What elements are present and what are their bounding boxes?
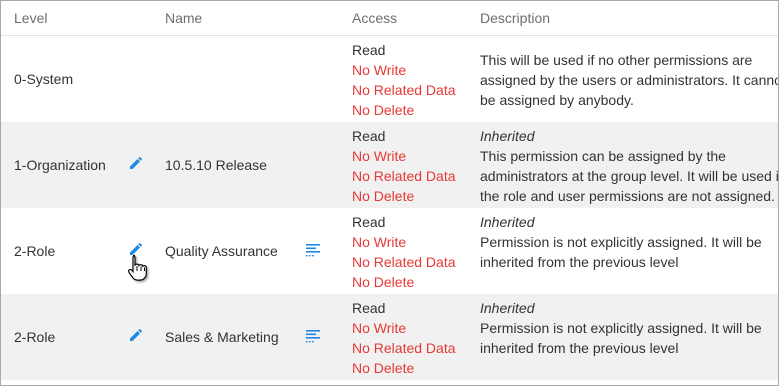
pencil-icon[interactable]	[128, 155, 144, 171]
table-row[interactable]: 1-Organization 10.5.10 Release Read No W…	[1, 122, 778, 208]
access-write: No Write	[352, 234, 407, 250]
table-row[interactable]: 2-Role Quality Assurance Read No Write N…	[1, 208, 778, 294]
level-cell: 2-Role	[14, 243, 56, 259]
description-line: This permission can be assigned by the	[480, 148, 726, 164]
list-details-icon[interactable]	[305, 328, 321, 344]
description-cell: Inherited Permission is not explicitly a…	[480, 298, 778, 358]
access-read: Read	[352, 214, 386, 230]
inherited-label: Inherited	[480, 214, 535, 230]
access-read: Read	[352, 300, 386, 316]
access-write: No Write	[352, 62, 407, 78]
access-delete: No Delete	[352, 360, 415, 376]
description-line: assigned by the users or administrators.…	[480, 72, 778, 88]
name-cell: 10.5.10 Release	[165, 157, 267, 173]
description-cell: Inherited Permission is not explicitly a…	[480, 212, 778, 272]
access-delete: No Delete	[352, 188, 415, 204]
description-line: administrators at the group level. It wi…	[480, 168, 778, 184]
inherited-label: Inherited	[480, 300, 535, 316]
access-cell: Read No Write No Related Data No Delete	[352, 126, 456, 206]
description-line: the role and user permissions are not as…	[480, 188, 775, 204]
access-write: No Write	[352, 320, 407, 336]
table-header: Level Name Access Description	[1, 1, 778, 36]
access-related-data: No Related Data	[352, 254, 456, 270]
description-line: inherited from the previous level	[480, 340, 679, 356]
name-cell: Sales & Marketing	[165, 329, 279, 345]
access-cell: Read No Write No Related Data No Delete	[352, 40, 456, 120]
name-cell: Quality Assurance	[165, 243, 278, 259]
description-line: Permission is not explicitly assigned. I…	[480, 320, 762, 336]
hand-pointer-icon	[127, 254, 153, 284]
header-name[interactable]: Name	[165, 10, 202, 26]
level-cell: 2-Role	[14, 329, 56, 345]
description-line: Permission is not explicitly assigned. I…	[480, 234, 762, 250]
table-row[interactable]: 0-System Read No Write No Related Data N…	[1, 36, 778, 122]
level-cell: 1-Organization	[14, 157, 106, 173]
access-write: No Write	[352, 148, 407, 164]
level-cell: 0-System	[14, 71, 74, 87]
description-line: This will be used if no other permission…	[480, 52, 753, 68]
table-row[interactable]: 2-Role Sales & Marketing Read No Write N…	[1, 294, 778, 380]
access-delete: No Delete	[352, 274, 415, 290]
permissions-table: Level Name Access Description 0-System R…	[0, 0, 779, 386]
access-cell: Read No Write No Related Data No Delete	[352, 298, 456, 378]
description-cell: Inherited This permission can be assigne…	[480, 126, 778, 206]
access-read: Read	[352, 42, 386, 58]
header-level[interactable]: Level	[14, 10, 47, 26]
access-read: Read	[352, 128, 386, 144]
header-access[interactable]: Access	[352, 10, 397, 26]
header-description[interactable]: Description	[480, 10, 550, 26]
access-related-data: No Related Data	[352, 168, 456, 184]
description-line: be assigned by anybody.	[480, 92, 634, 108]
access-delete: No Delete	[352, 102, 415, 118]
description-line: inherited from the previous level	[480, 254, 679, 270]
inherited-label: Inherited	[480, 128, 535, 144]
access-cell: Read No Write No Related Data No Delete	[352, 212, 456, 292]
list-details-icon[interactable]	[305, 242, 321, 258]
description-cell: This will be used if no other permission…	[480, 50, 778, 110]
pencil-icon[interactable]	[128, 327, 144, 343]
access-related-data: No Related Data	[352, 82, 456, 98]
access-related-data: No Related Data	[352, 340, 456, 356]
